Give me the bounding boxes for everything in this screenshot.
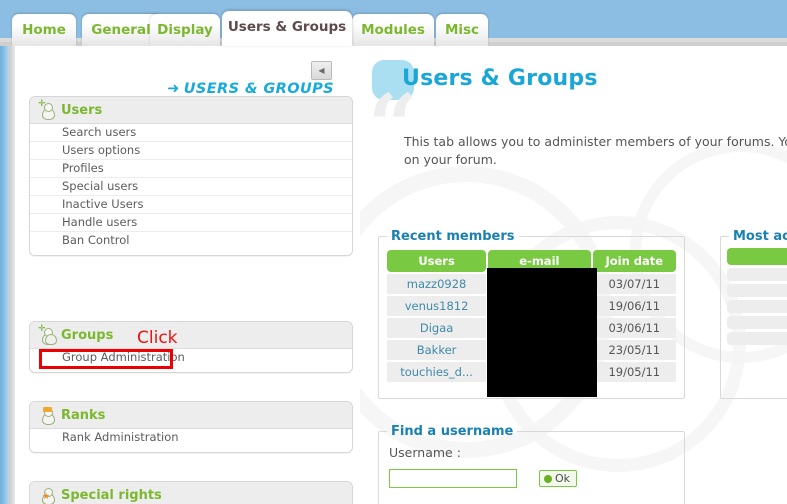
user-icon: ✛ — [38, 99, 56, 120]
tab-display[interactable]: Display — [150, 14, 220, 46]
chevron-left-icon: ◀ — [318, 66, 325, 75]
most-active-placeholder-rows — [727, 248, 787, 345]
panel-ranks: Ranks Rank Administration — [29, 401, 353, 453]
cell-join-date: 03/06/11 — [592, 318, 676, 338]
cell-user[interactable]: mazz0928 — [387, 274, 487, 294]
ok-check-icon — [544, 475, 552, 483]
email-column-redaction — [487, 268, 597, 397]
sidebar-item-ban-control[interactable]: Ban Control — [30, 232, 352, 249]
cell-join-date: 23/05/11 — [592, 340, 676, 360]
breadcrumb: ➜ USERS & GROUPS — [167, 81, 334, 97]
find-username-legend: Find a username — [391, 424, 514, 439]
sidebar-item-profiles[interactable]: Profiles — [30, 160, 352, 178]
page-title: Users & Groups — [402, 66, 598, 91]
cell-user[interactable]: Bakker — [387, 340, 487, 360]
page-body: ◀ ➜ USERS & GROUPS ✛ Users Search users U… — [0, 46, 787, 504]
column-users[interactable]: Users — [387, 250, 487, 272]
app-window: Home General Display Users & Groups Modu… — [0, 0, 787, 504]
most-active-row — [727, 332, 787, 345]
intro-line-1: This tab allows you to administer member… — [404, 134, 787, 149]
sidebar-item-search-users[interactable]: Search users — [30, 124, 352, 142]
left-blue-edge — [0, 46, 9, 504]
group-add-icon: ✛ — [38, 324, 57, 345]
find-username-panel: Find a username Username : Ok — [378, 424, 685, 504]
sidebar-item-rank-administration[interactable]: Rank Administration — [30, 429, 352, 446]
most-active-panel: Most ac — [720, 229, 787, 399]
panel-ranks-title: Ranks — [61, 407, 106, 423]
special-rights-icon: ★ — [39, 487, 56, 504]
tab-users-and-groups[interactable]: Users & Groups — [222, 11, 352, 46]
column-join-date[interactable]: Join date — [592, 250, 676, 272]
most-active-row — [727, 300, 787, 313]
rank-crown-icon — [39, 406, 56, 425]
panel-special-rights-title: Special rights — [61, 487, 162, 503]
recent-members-legend: Recent members — [391, 229, 515, 244]
collapse-sidebar-button[interactable]: ◀ — [311, 61, 332, 80]
panel-users-header: ✛ Users — [30, 97, 352, 124]
tab-bar: Home General Display Users & Groups Modu… — [0, 0, 787, 46]
sidebar: ◀ ➜ USERS & GROUPS ✛ Users Search users U… — [15, 46, 360, 504]
panel-groups-header: ✛ Groups — [30, 322, 352, 349]
intro-line-2: on your forum. — [404, 152, 497, 167]
most-active-row — [727, 284, 787, 297]
most-active-row — [727, 316, 787, 329]
cell-user[interactable]: venus1812 — [387, 296, 487, 316]
most-active-row — [727, 268, 787, 281]
ok-button-label: Ok — [555, 472, 571, 485]
panel-special-rights-header: ★ Special rights — [30, 482, 352, 504]
breadcrumb-label: USERS & GROUPS — [183, 81, 334, 97]
panel-users-items: Search users Users options Profiles Spec… — [30, 124, 352, 255]
cell-join-date: 19/05/11 — [592, 362, 676, 382]
main-content: Users & Groups “ This tab allows you to … — [360, 46, 787, 504]
tab-misc[interactable]: Misc — [436, 14, 488, 46]
tab-home[interactable]: Home — [12, 14, 76, 46]
cell-user[interactable]: Digaa — [387, 318, 487, 338]
panel-users: ✛ Users Search users Users options Profi… — [29, 96, 353, 256]
tab-general[interactable]: General — [82, 14, 160, 46]
sidebar-item-users-options[interactable]: Users options — [30, 142, 352, 160]
username-label: Username : — [389, 445, 461, 460]
cell-user[interactable]: touchies_d... — [387, 362, 487, 382]
annotation-click-label: Click — [137, 328, 178, 348]
panel-ranks-items: Rank Administration — [30, 429, 352, 452]
annotation-highlight-box — [39, 349, 173, 369]
username-input[interactable] — [389, 469, 517, 488]
ok-button[interactable]: Ok — [539, 470, 578, 487]
panel-ranks-header: Ranks — [30, 402, 352, 429]
most-active-header-bar — [727, 248, 787, 265]
cell-join-date: 03/07/11 — [592, 274, 676, 294]
tab-modules[interactable]: Modules — [352, 14, 434, 46]
intro-text: This tab allows you to administer member… — [404, 133, 787, 169]
most-active-legend: Most ac — [733, 229, 787, 244]
panel-special-rights: ★ Special rights Special rights — [29, 481, 353, 504]
sidebar-item-handle-users[interactable]: Handle users — [30, 214, 352, 232]
sidebar-item-inactive-users[interactable]: Inactive Users — [30, 196, 352, 214]
cell-join-date: 19/06/11 — [592, 296, 676, 316]
panel-users-title: Users — [61, 102, 103, 118]
sidebar-item-special-users[interactable]: Special users — [30, 178, 352, 196]
arrow-right-icon: ➜ — [167, 81, 180, 97]
panel-groups-title: Groups — [61, 327, 114, 343]
